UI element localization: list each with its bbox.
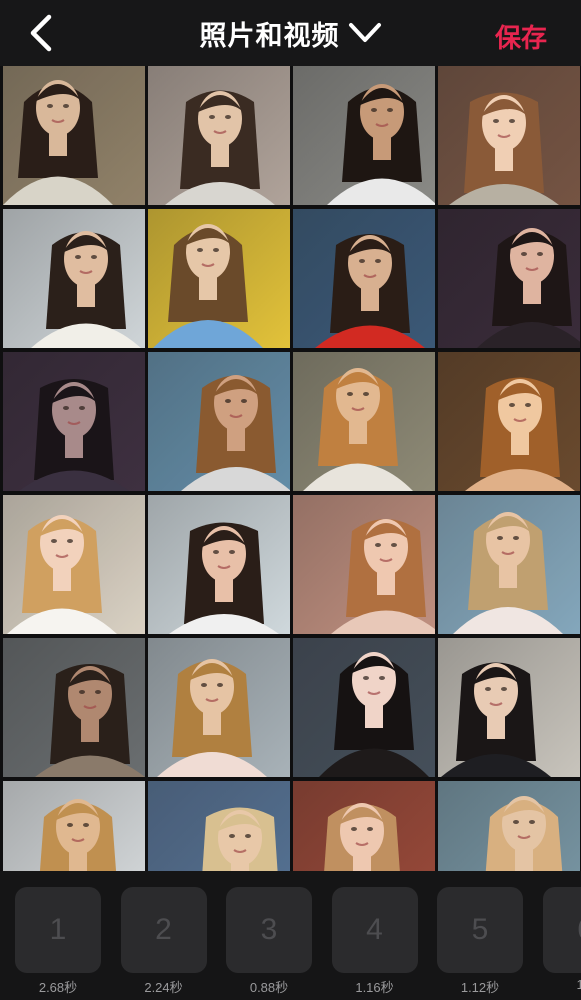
photo-thumbnail[interactable]: [438, 638, 580, 777]
photo-image: [293, 781, 435, 871]
photo-thumbnail[interactable]: [148, 495, 290, 634]
album-selector[interactable]: 照片和视频: [200, 14, 382, 53]
photo-image: [148, 781, 290, 871]
clip-slot[interactable]: 61.2: [542, 887, 581, 992]
clip-slot-box: 3: [226, 887, 312, 973]
photo-thumbnail[interactable]: [3, 781, 145, 871]
photo-image: [148, 638, 290, 777]
clip-slot-duration: 2.24秒: [144, 980, 183, 995]
top-navigation-bar: 照片和视频 保存: [0, 0, 581, 66]
photo-thumbnail[interactable]: [148, 352, 290, 491]
photo-thumbnail[interactable]: [293, 352, 435, 491]
clip-slot-index: 6: [577, 913, 581, 947]
photo-image: [438, 66, 580, 205]
clip-slot[interactable]: 1 2.68秒: [15, 887, 101, 996]
photo-image: [148, 495, 290, 634]
photo-thumbnail[interactable]: [148, 209, 290, 348]
photo-thumbnail[interactable]: [148, 638, 290, 777]
chevron-left-icon: [30, 14, 52, 52]
photo-picker-screen: 照片和视频 保存 1 2.68秒 2 2.24秒 3 0.88秒 4 1.16秒 5 1.12秒 6…: [0, 0, 581, 1000]
clip-slot-duration: 1.12秒: [460, 980, 500, 995]
photo-image: [438, 781, 580, 871]
clip-slot[interactable]: 4 1.16秒: [331, 887, 418, 996]
clip-slot-box: 6: [542, 887, 581, 973]
clip-slot[interactable]: 2 2.24秒: [120, 887, 207, 996]
photo-image: [293, 495, 435, 634]
photo-image: [3, 209, 145, 348]
photo-image: [293, 209, 435, 348]
photo-grid: [0, 66, 581, 871]
photo-image: [3, 495, 145, 634]
photo-thumbnail[interactable]: [148, 66, 290, 205]
clip-slot-index: 1: [49, 913, 67, 946]
photo-thumbnail[interactable]: [3, 66, 145, 205]
photo-image: [148, 66, 290, 205]
photo-image: [438, 495, 580, 634]
photo-thumbnail[interactable]: [3, 352, 145, 491]
photo-image: [3, 352, 145, 491]
clip-slot[interactable]: 3 0.88秒: [226, 887, 312, 996]
clip-slot-box: 5: [437, 887, 523, 973]
clip-slot-index: 4: [366, 913, 383, 946]
selected-clips-timeline: 12.68秒22.24秒30.88秒41.16秒51.12秒61.2: [0, 871, 581, 1000]
photo-image: [148, 352, 290, 491]
save-button[interactable]: 保存: [495, 18, 547, 55]
photo-image: [438, 209, 580, 348]
photo-thumbnail[interactable]: [438, 495, 580, 634]
clip-slot-duration: 0.88秒: [249, 980, 289, 995]
clip-slot-index: 5: [471, 913, 489, 946]
photo-image: [438, 638, 580, 777]
photo-image: [293, 352, 435, 491]
clip-slot-index: 3: [260, 913, 278, 946]
clip-slot-duration: 2.68秒: [38, 980, 78, 995]
photo-thumbnail[interactable]: [293, 209, 435, 348]
photo-image: [293, 638, 435, 777]
clip-slot-box: 4: [331, 887, 418, 973]
photo-thumbnail[interactable]: [3, 209, 145, 348]
back-button[interactable]: [18, 11, 62, 55]
photo-thumbnail[interactable]: [438, 209, 580, 348]
clip-slot[interactable]: 5 1.12秒: [437, 887, 523, 996]
photo-thumbnail[interactable]: [3, 495, 145, 634]
photo-thumbnail[interactable]: [293, 638, 435, 777]
page-title: 照片和视频: [199, 20, 340, 51]
photo-thumbnail[interactable]: [438, 352, 580, 491]
clip-slot-box: 2: [120, 887, 207, 973]
photo-image: [3, 638, 145, 777]
photo-image: [148, 209, 290, 348]
photo-image: [3, 66, 145, 205]
photo-thumbnail[interactable]: [148, 781, 290, 871]
photo-image: [293, 66, 435, 205]
clip-slot-duration: 1.16秒: [355, 980, 394, 995]
photo-thumbnail[interactable]: [438, 66, 580, 205]
clip-slot-index: 2: [155, 913, 172, 946]
photo-image: [438, 352, 580, 491]
photo-image: [3, 781, 145, 871]
photo-thumbnail[interactable]: [3, 638, 145, 777]
photo-thumbnail[interactable]: [438, 781, 580, 871]
photo-thumbnail[interactable]: [293, 495, 435, 634]
photo-thumbnail[interactable]: [293, 781, 435, 871]
clip-slot-duration: 1.2: [576, 977, 581, 992]
chevron-down-icon: [348, 23, 381, 42]
clip-slot-box: 1: [15, 887, 101, 973]
photo-thumbnail[interactable]: [293, 66, 435, 205]
